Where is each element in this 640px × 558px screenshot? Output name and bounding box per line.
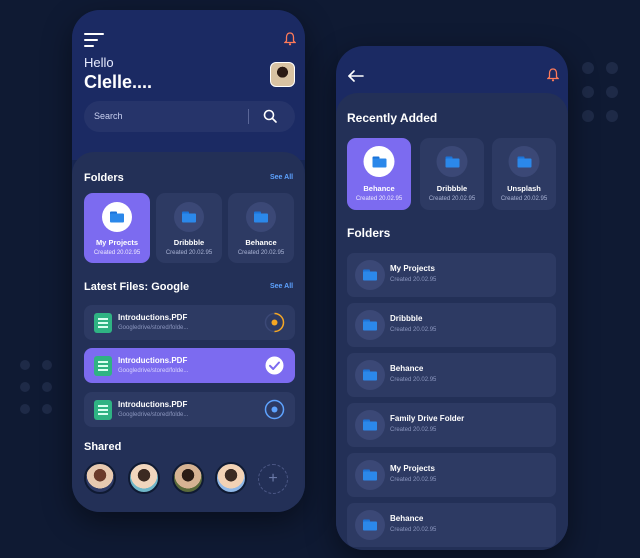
avatar[interactable] bbox=[270, 62, 295, 87]
document-icon bbox=[94, 356, 112, 376]
shared-avatar[interactable] bbox=[215, 462, 247, 494]
folders-heading: Folders bbox=[84, 172, 124, 184]
search-divider bbox=[248, 109, 249, 124]
folder-icon bbox=[363, 419, 377, 431]
folder-icon bbox=[182, 211, 196, 223]
search-icon[interactable] bbox=[262, 108, 278, 124]
folder-name: My Projects bbox=[390, 264, 435, 273]
folder-row[interactable]: Behance Created 20.02.95 bbox=[347, 353, 556, 397]
folder-name: Behance bbox=[245, 238, 277, 247]
recent-card-dribbble[interactable]: Dribbble Created 20.02.95 bbox=[420, 138, 484, 210]
file-path: Googledrive/stored/folde... bbox=[118, 412, 189, 418]
see-all-files-link[interactable]: See All bbox=[270, 283, 293, 290]
pending-ring-icon bbox=[264, 399, 285, 420]
folder-date: Created 20.02.95 bbox=[390, 527, 437, 533]
folder-row[interactable]: Dribbble Created 20.02.95 bbox=[347, 303, 556, 347]
folder-icon bbox=[363, 519, 377, 531]
folder-icon bbox=[363, 319, 377, 331]
recent-card-behance[interactable]: Behance Created 20.02.95 bbox=[347, 138, 411, 210]
shared-heading: Shared bbox=[84, 441, 122, 453]
file-path: Googledrive/stored/folde... bbox=[118, 325, 189, 331]
username: Clelle.... bbox=[84, 72, 153, 92]
notification-bell-icon[interactable] bbox=[547, 68, 559, 82]
folder-row[interactable]: My Projects Created 20.02.95 bbox=[347, 453, 556, 497]
folder-icon bbox=[445, 156, 459, 167]
latest-files-heading: Latest Files: Google bbox=[84, 281, 190, 293]
file-name: Introductions.PDF bbox=[118, 356, 188, 365]
folder-date: Created 20.02.95 bbox=[390, 477, 437, 483]
folder-name: Family Drive Folder bbox=[390, 414, 465, 423]
search-bar[interactable]: Search bbox=[84, 101, 295, 132]
see-all-folders-link[interactable]: See All bbox=[270, 174, 293, 181]
recent-card-unsplash[interactable]: Unsplash Created 20.02.95 bbox=[492, 138, 556, 210]
folder-name: Dribbble bbox=[390, 314, 423, 323]
folder-row[interactable]: Behance Created 20.02.95 bbox=[347, 503, 556, 547]
folder-card-my-projects[interactable]: My Projects Created 20.02.95 bbox=[84, 193, 150, 263]
file-name: Introductions.PDF bbox=[118, 400, 188, 409]
folder-name: Dribbble bbox=[173, 238, 205, 247]
file-row[interactable]: Introductions.PDF Googledrive/stored/fol… bbox=[84, 392, 295, 427]
folder-date: Created 20.02.95 bbox=[500, 196, 548, 202]
folder-date: Created 20.02.95 bbox=[390, 327, 437, 333]
file-row[interactable]: Introductions.PDF Googledrive/stored/fol… bbox=[84, 305, 295, 340]
shared-avatar[interactable] bbox=[84, 462, 116, 494]
folder-name: Unsplash bbox=[507, 184, 541, 193]
greeting: Hello bbox=[84, 55, 114, 70]
folder-date: Created 20.02.95 bbox=[390, 277, 437, 283]
folder-icon bbox=[517, 156, 531, 167]
folder-name: Dribbble bbox=[436, 184, 468, 193]
folder-name: Behance bbox=[390, 364, 424, 373]
folder-icon bbox=[372, 156, 386, 167]
document-icon bbox=[94, 400, 112, 420]
folder-icon bbox=[110, 211, 124, 223]
file-name: Introductions.PDF bbox=[118, 313, 188, 322]
folder-row[interactable]: My Projects Created 20.02.95 bbox=[347, 253, 556, 297]
folder-date: Created 20.02.95 bbox=[93, 250, 141, 256]
folder-icon bbox=[254, 211, 268, 223]
folder-icon bbox=[363, 369, 377, 381]
file-row[interactable]: Introductions.PDF Googledrive/stored/fol… bbox=[84, 348, 295, 383]
folders-heading: Folders bbox=[347, 226, 391, 240]
folder-date: Created 20.02.95 bbox=[428, 196, 476, 202]
home-screen: Hello Clelle.... Search Folders See All … bbox=[72, 10, 305, 512]
folder-icon bbox=[363, 469, 377, 481]
shared-avatar[interactable] bbox=[172, 462, 204, 494]
folder-row[interactable]: Family Drive Folder Created 20.02.95 bbox=[347, 403, 556, 447]
search-input[interactable]: Search bbox=[94, 111, 123, 121]
progress-ring-icon bbox=[264, 312, 285, 333]
menu-icon[interactable] bbox=[84, 33, 104, 47]
folder-icon bbox=[363, 269, 377, 281]
folder-name: Behance bbox=[390, 514, 424, 523]
folder-date: Created 20.02.95 bbox=[390, 377, 437, 383]
document-icon bbox=[94, 313, 112, 333]
folder-name: Behance bbox=[363, 184, 395, 193]
checkmark-icon bbox=[265, 356, 284, 375]
shared-avatar[interactable] bbox=[128, 462, 160, 494]
folder-name: My Projects bbox=[95, 238, 139, 247]
folder-card-behance[interactable]: Behance Created 20.02.95 bbox=[228, 193, 294, 263]
file-path: Googledrive/stored/folde... bbox=[118, 368, 189, 374]
folder-date: Created 20.02.95 bbox=[237, 250, 285, 256]
add-shared-button[interactable]: + bbox=[258, 464, 288, 494]
folders-screen: Recently Added Behance Created 20.02.95 … bbox=[336, 46, 568, 550]
notification-bell-icon[interactable] bbox=[284, 32, 296, 46]
recently-added-heading: Recently Added bbox=[347, 111, 438, 125]
folder-date: Created 20.02.95 bbox=[355, 196, 403, 202]
folder-date: Created 20.02.95 bbox=[390, 427, 437, 433]
folder-name: My Projects bbox=[390, 464, 435, 473]
folder-date: Created 20.02.95 bbox=[165, 250, 213, 256]
folder-card-dribbble[interactable]: Dribbble Created 20.02.95 bbox=[156, 193, 222, 263]
back-arrow-icon[interactable] bbox=[348, 70, 364, 82]
